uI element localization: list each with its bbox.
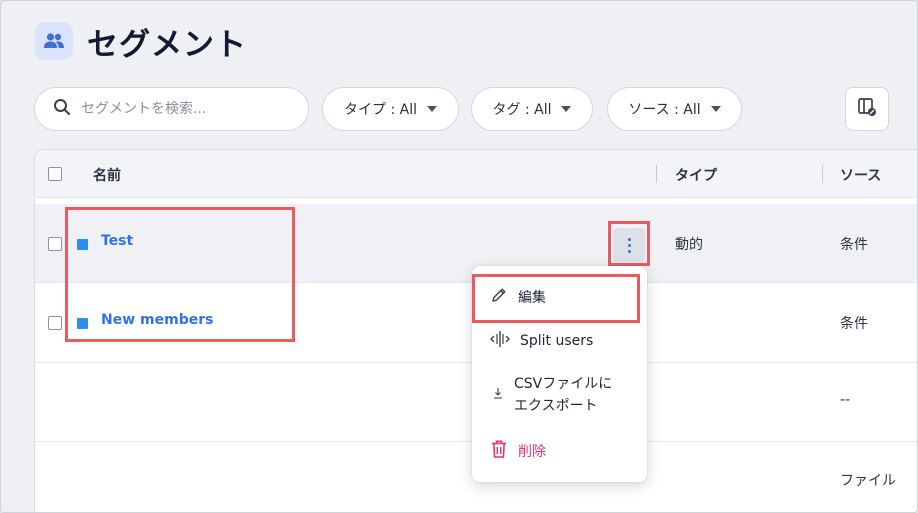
column-settings-button[interactable]: [845, 87, 889, 131]
menu-item-label: 削除: [518, 444, 546, 460]
column-header-name[interactable]: 名前: [93, 165, 121, 185]
row-checkbox[interactable]: [48, 237, 62, 251]
search-box[interactable]: [34, 87, 309, 131]
menu-item-label: Split users: [520, 333, 594, 349]
column-header-source[interactable]: ソース: [840, 165, 881, 185]
table-header: 名前 タイプ ソース: [35, 150, 917, 198]
column-header-type[interactable]: タイプ: [675, 165, 717, 185]
tag-filter-dropdown[interactable]: タグ : All: [471, 87, 593, 131]
column-divider: [656, 165, 657, 183]
split-icon: [490, 330, 510, 352]
type-filter-dropdown[interactable]: タイプ : All: [322, 87, 459, 131]
row-checkbox[interactable]: [48, 316, 62, 330]
highlight-segment-names: [65, 207, 295, 342]
app-frame: セグメント タイプ : All タグ : All ソース : All: [0, 0, 918, 513]
menu-item-label: エクスポート: [514, 398, 598, 414]
tag-filter-label: タグ : All: [492, 102, 552, 118]
chevron-down-icon: [561, 106, 572, 112]
menu-item-delete[interactable]: 削除: [472, 438, 647, 464]
search-icon: [53, 98, 71, 120]
segment-source: 条件: [840, 237, 868, 253]
column-settings-icon: [857, 97, 877, 121]
search-input[interactable]: [81, 101, 281, 117]
trash-icon: [490, 439, 508, 463]
menu-item-label: CSVファイルに: [514, 376, 613, 392]
menu-item-export-csv[interactable]: CSVファイルに エクスポート: [472, 372, 647, 418]
chevron-down-icon: [426, 106, 437, 112]
menu-item-label-wrap: CSVファイルに エクスポート: [514, 373, 612, 417]
menu-item-split-users[interactable]: Split users: [472, 328, 647, 354]
source-filter-dropdown[interactable]: ソース : All: [607, 87, 742, 131]
column-divider: [822, 165, 823, 183]
select-all-checkbox[interactable]: [48, 167, 62, 181]
type-filter-label: タイプ : All: [344, 102, 417, 118]
segment-type: 動的: [675, 237, 703, 253]
highlight-actions-button: [608, 221, 650, 266]
segment-source: --: [840, 392, 851, 408]
page-title: セグメント: [87, 27, 247, 63]
users-icon: [35, 22, 73, 60]
segment-source: 条件: [840, 316, 868, 332]
source-filter-label: ソース : All: [628, 102, 701, 118]
chevron-down-icon: [710, 106, 721, 112]
download-icon: [492, 386, 504, 404]
segment-source: ファイル: [840, 473, 896, 489]
highlight-edit-item: [472, 274, 640, 323]
